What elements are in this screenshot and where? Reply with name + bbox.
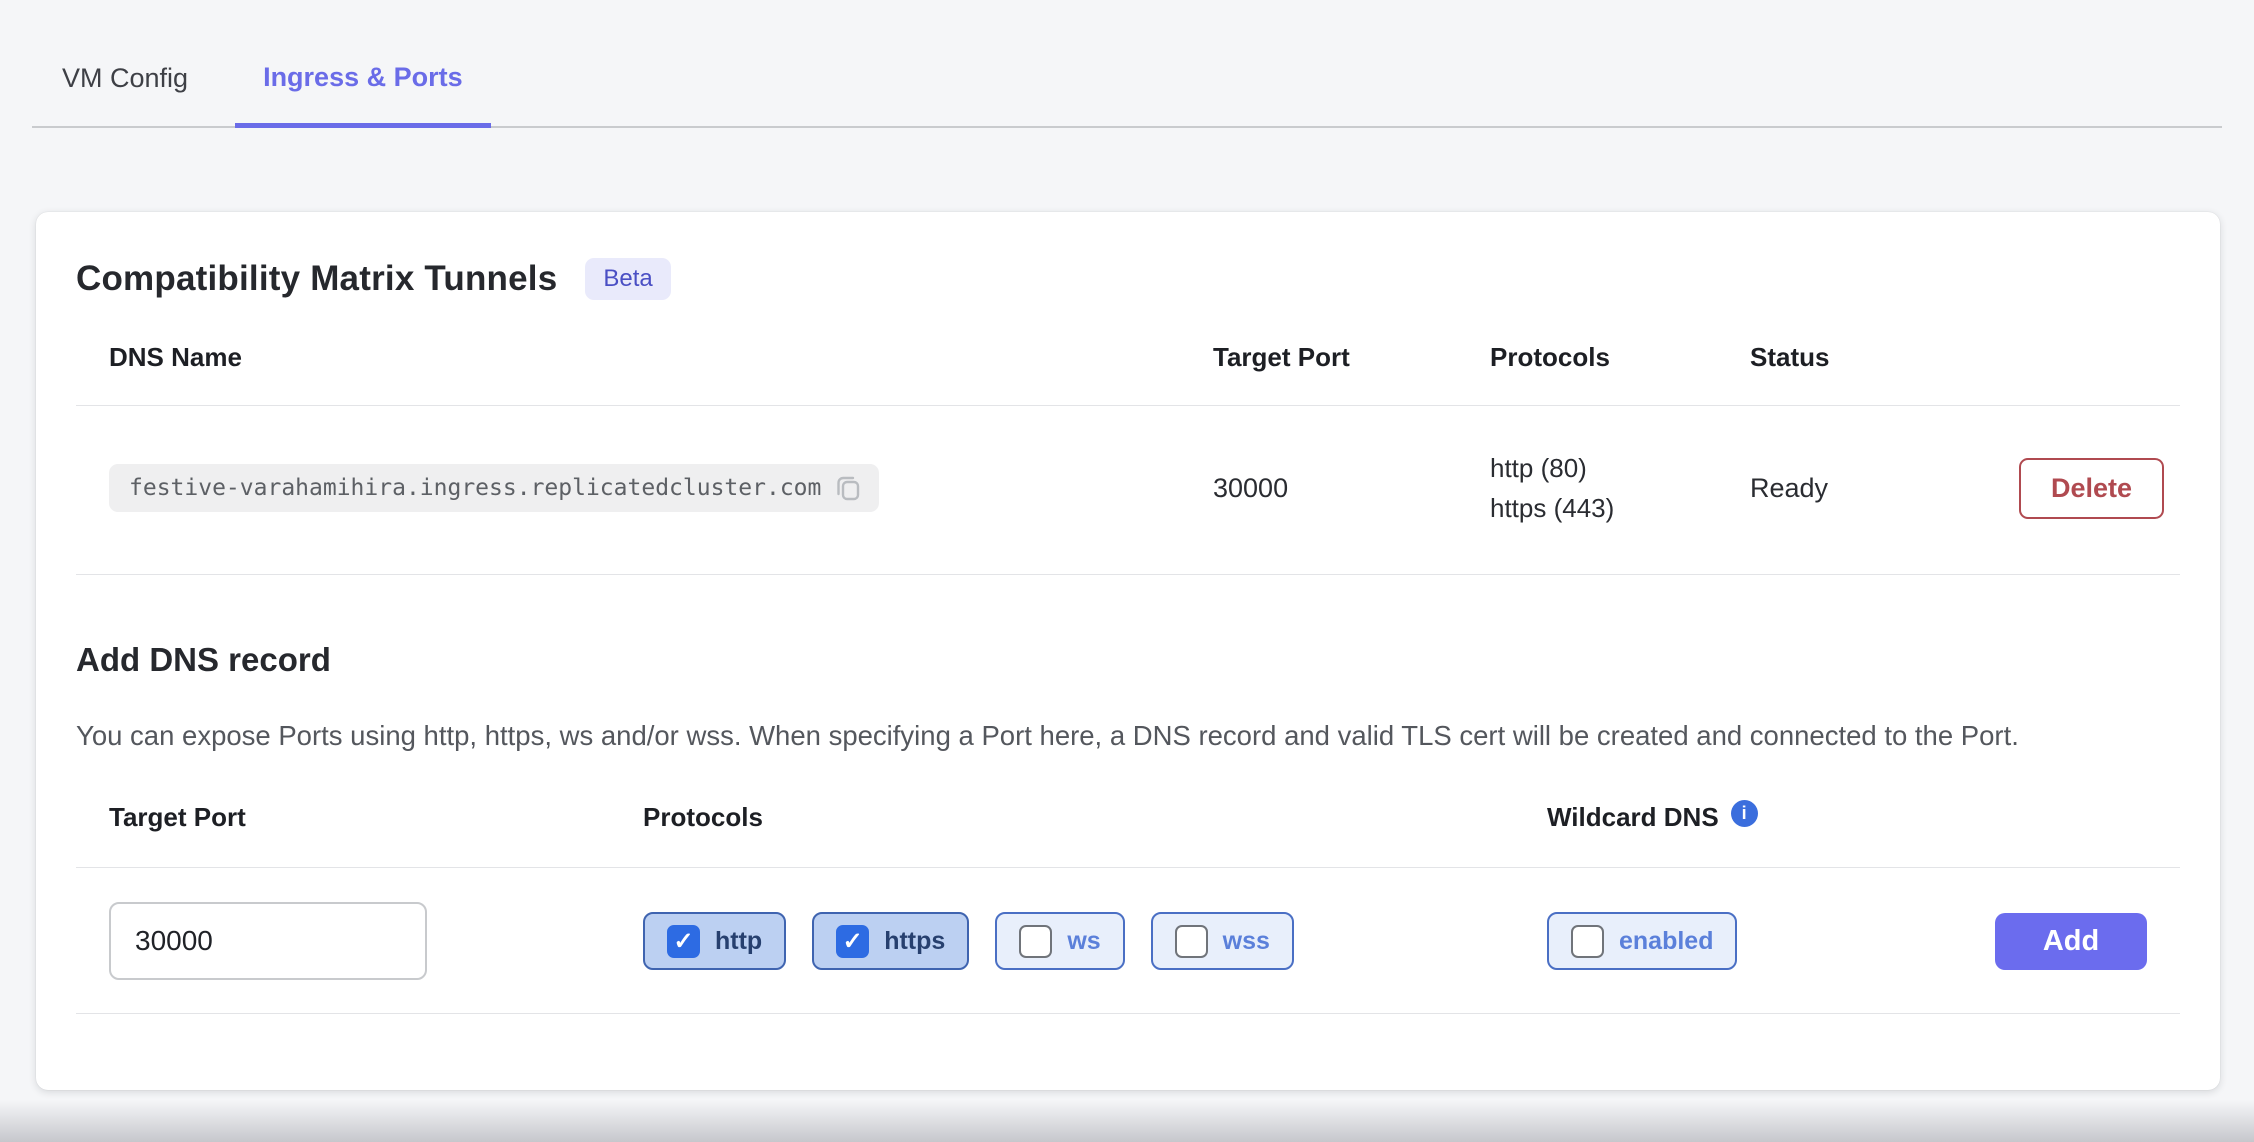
add-dns-heading: Add DNS record <box>76 641 2180 679</box>
add-button[interactable]: Add <box>1995 913 2147 970</box>
tunnels-table-header: DNS Name Target Port Protocols Status <box>76 342 2180 406</box>
protocol-line-https: https (443) <box>1490 488 1750 528</box>
tunnel-table-row: festive-varahamihira.ingress.replicatedc… <box>76 406 2180 575</box>
label-target-port: Target Port <box>76 802 643 833</box>
wildcard-dns-label-text: Wildcard DNS <box>1547 802 1719 833</box>
target-port-cell: 30000 <box>1213 473 1490 504</box>
protocol-chip-ws[interactable]: ✓ ws <box>995 912 1124 970</box>
protocol-chip-https[interactable]: ✓ https <box>812 912 969 970</box>
target-port-input[interactable] <box>109 902 427 980</box>
wildcard-checkbox[interactable]: ✓ <box>1571 925 1604 958</box>
dns-name-value: festive-varahamihira.ingress.replicatedc… <box>129 475 821 501</box>
label-wildcard-dns: Wildcard DNS i <box>1514 802 2180 833</box>
tab-ingress-ports[interactable]: Ingress & Ports <box>235 62 491 128</box>
protocol-chips: ✓ http ✓ https ✓ ws ✓ wss <box>643 912 1514 970</box>
tunnels-card: Compatibility Matrix Tunnels Beta DNS Na… <box>36 212 2220 1090</box>
protocol-chip-wss[interactable]: ✓ wss <box>1151 912 1294 970</box>
card-title-row: Compatibility Matrix Tunnels Beta <box>76 212 2180 300</box>
protocol-line-http: http (80) <box>1490 448 1750 488</box>
card-title: Compatibility Matrix Tunnels <box>76 259 557 299</box>
delete-cell: Delete <box>2019 458 2180 519</box>
delete-button[interactable]: Delete <box>2019 458 2164 519</box>
wss-chip-label: wss <box>1223 927 1270 956</box>
add-dns-description: You can expose Ports using http, https, … <box>76 715 2161 756</box>
col-header-status: Status <box>1750 342 2180 373</box>
col-header-target-port: Target Port <box>1213 342 1490 373</box>
protocol-chip-http[interactable]: ✓ http <box>643 912 786 970</box>
dns-name-pill: festive-varahamihira.ingress.replicatedc… <box>109 464 879 512</box>
http-checkbox[interactable]: ✓ <box>667 925 700 958</box>
add-dns-form-labels: Target Port Protocols Wildcard DNS i <box>76 802 2180 868</box>
ws-chip-label: ws <box>1067 927 1100 956</box>
beta-badge: Beta <box>585 258 670 300</box>
label-protocols: Protocols <box>643 802 1514 833</box>
copy-icon[interactable] <box>835 474 861 502</box>
col-header-dns-name: DNS Name <box>76 342 1213 373</box>
wildcard-chip-label: enabled <box>1619 927 1713 956</box>
status-cell: Ready <box>1750 473 1828 504</box>
info-icon[interactable]: i <box>1731 800 1758 827</box>
col-header-protocols: Protocols <box>1490 342 1750 373</box>
add-dns-form-row: ✓ http ✓ https ✓ ws ✓ wss ✓ enabled Add <box>76 868 2180 1014</box>
dns-name-cell: festive-varahamihira.ingress.replicatedc… <box>76 464 1213 512</box>
tab-vm-config[interactable]: VM Config <box>62 63 188 128</box>
https-checkbox[interactable]: ✓ <box>836 925 869 958</box>
wildcard-enabled-chip[interactable]: ✓ enabled <box>1547 912 1737 970</box>
http-chip-label: http <box>715 927 762 956</box>
protocols-cell: http (80) https (443) <box>1490 448 1750 528</box>
tab-bar: VM Config Ingress & Ports <box>32 0 2222 128</box>
https-chip-label: https <box>884 927 945 956</box>
wss-checkbox[interactable]: ✓ <box>1175 925 1208 958</box>
ws-checkbox[interactable]: ✓ <box>1019 925 1052 958</box>
